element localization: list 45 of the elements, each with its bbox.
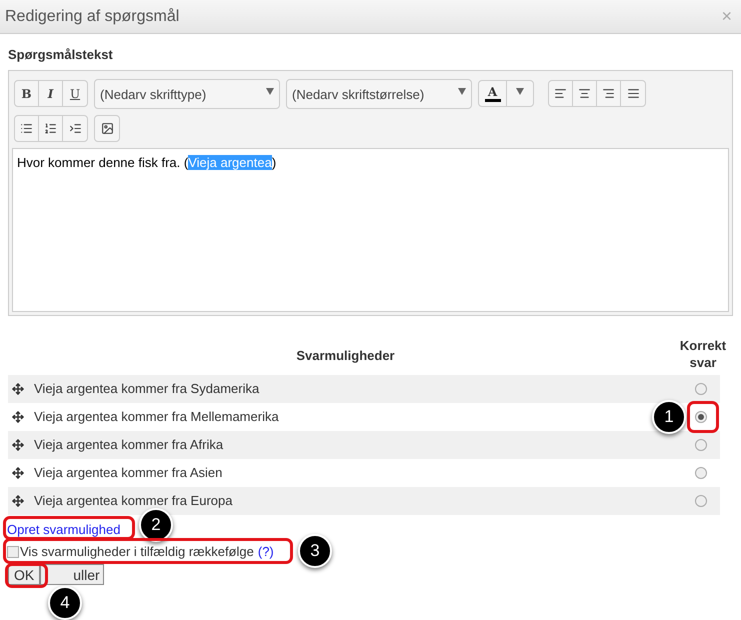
correct-radio[interactable] [695, 438, 707, 450]
align-right-icon [602, 87, 615, 100]
font-dropdown[interactable]: (Nedarv skrifttype) [94, 78, 280, 108]
align-center-icon [578, 87, 591, 100]
cancel-button[interactable]: uller [40, 564, 104, 584]
italic-button[interactable]: I [39, 81, 63, 106]
indent-icon [68, 122, 82, 134]
column-header: Svarmuligheder [295, 347, 396, 365]
align-justify-icon [626, 87, 640, 100]
caret-icon [458, 88, 466, 94]
correct-radio[interactable] [695, 382, 707, 394]
question-text-area[interactable]: Hvor kommer denne fisk fra. (Vieja argentea) [12, 148, 729, 312]
drag-handle-icon[interactable] [12, 382, 24, 394]
drag-handle-icon[interactable] [12, 494, 24, 506]
answer-text: Vieja argentea kommer fra Europa [34, 492, 232, 510]
text-color-button[interactable]: A [478, 80, 534, 107]
correct-radio[interactable] [695, 410, 707, 422]
help-link[interactable]: (?) [258, 544, 274, 560]
correct-radio[interactable] [695, 466, 707, 478]
correct-radio[interactable] [695, 494, 707, 506]
drag-handle-icon[interactable] [12, 438, 24, 450]
answer-text: Vieja argentea kommer fra Sydamerika [34, 380, 260, 398]
align-left-icon [554, 87, 567, 100]
callout-number: 3 [298, 534, 332, 568]
caret-icon [266, 88, 274, 94]
highlight-outline [687, 401, 719, 433]
answer-text: Vieja argentea kommer fra Mellemamerika [34, 408, 279, 426]
bullet-list-icon [20, 122, 33, 134]
bold-button[interactable]: B [15, 81, 39, 106]
column-header: Korrekt svar [678, 336, 728, 372]
add-answer-link[interactable]: Opret svarmulighed [7, 520, 120, 539]
shuffle-checkbox[interactable] [7, 546, 19, 558]
answer-text: Vieja argentea kommer fra Asien [34, 464, 222, 482]
image-icon [100, 122, 114, 134]
dialog-title: Redigering af spørgsmål [5, 6, 180, 26]
answer-text: Vieja argentea kommer fra Afrika [34, 436, 224, 454]
caret-icon [516, 88, 524, 95]
field-label: Spørgsmålstekst [8, 46, 114, 64]
shuffle-label: Vis svarmuligheder i tilfældig rækkefølge [20, 544, 254, 560]
size-dropdown[interactable]: (Nedarv skriftstørrelse) [286, 78, 472, 108]
underline-button[interactable]: U [63, 81, 87, 106]
numbered-list-icon [44, 122, 57, 134]
drag-handle-icon[interactable] [12, 410, 24, 422]
callout-number: 4 [48, 586, 82, 620]
drag-handle-icon[interactable] [12, 466, 24, 478]
